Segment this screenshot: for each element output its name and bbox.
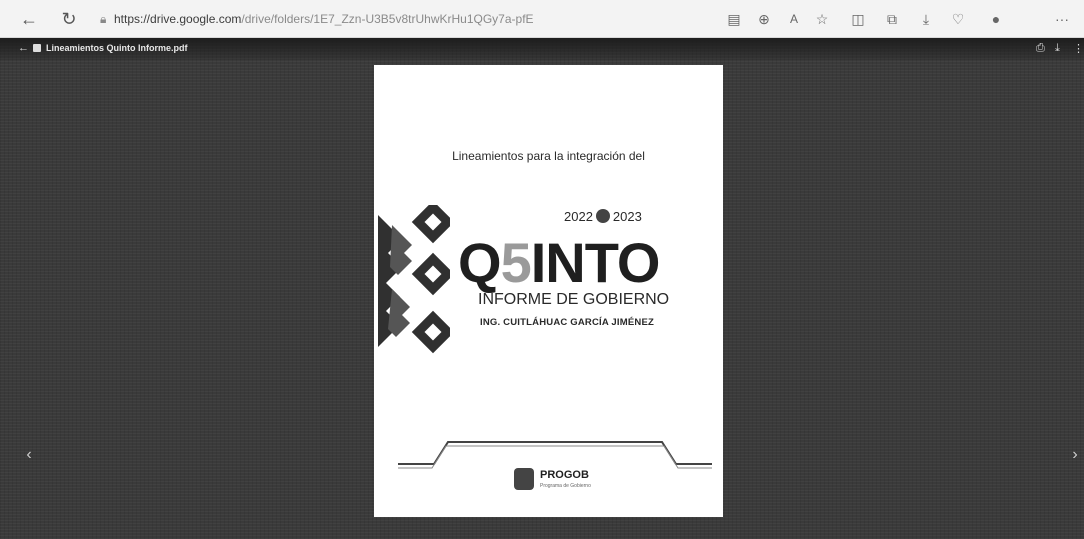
- decorative-divider: [398, 441, 712, 469]
- report-title: Q5INTO: [458, 230, 661, 295]
- report-subtitle: INFORME DE GOBIERNO: [478, 291, 670, 308]
- report-author: ING. CUITLÁHUAC GARCÍA JIMÉNEZ: [480, 317, 655, 328]
- print-icon[interactable]: ⎙: [1036, 42, 1045, 55]
- read-aloud-icon[interactable]: A: [784, 9, 804, 29]
- star-icon[interactable]: ☆: [812, 9, 832, 29]
- fret-pattern-icon: [378, 205, 450, 354]
- footer-org-name: PROGOB: [540, 469, 589, 481]
- next-page-icon[interactable]: ›: [1068, 440, 1082, 470]
- download-icon[interactable]: ⤓: [916, 9, 936, 29]
- url-host: https://drive.google.com: [114, 12, 242, 26]
- file-name: Lineamientos Quinto Informe.pdf: [46, 43, 188, 53]
- footer-org-sub: Programa de Gobierno: [540, 483, 591, 489]
- state-seal-icon: [514, 468, 534, 490]
- title-five: 5: [500, 231, 532, 294]
- viewer-download-icon[interactable]: ⤓: [1055, 42, 1060, 55]
- document-lead: Lineamientos para la integración del: [452, 149, 645, 163]
- coat-of-arms-icon: [595, 209, 610, 223]
- pdf-file-icon: [33, 44, 41, 52]
- report-years: 2022 2023: [564, 209, 642, 224]
- viewer-back-icon[interactable]: ←: [18, 42, 29, 54]
- year-end: 2023: [612, 209, 642, 224]
- year-start: 2022: [564, 209, 593, 224]
- pdf-viewer: ← Lineamientos Quinto Informe.pdf ⎙ ⤓ ⋮ …: [0, 38, 1084, 539]
- previous-page-icon[interactable]: ‹: [22, 440, 36, 470]
- collections-icon[interactable]: ⧉: [882, 9, 902, 29]
- arrow-left-icon[interactable]: ←: [18, 8, 40, 30]
- extensions-icon[interactable]: ♡: [948, 9, 968, 29]
- title-rest: INTO: [530, 231, 661, 294]
- viewer-more-icon[interactable]: ⋮: [1073, 42, 1084, 55]
- title-q: Q: [458, 231, 502, 294]
- address-bar[interactable]: 🔒︎ https://drive.google.com/drive/folders…: [100, 8, 700, 30]
- document-page: Lineamientos para la integración del 202…: [374, 65, 723, 517]
- lock-icon: 🔒︎: [100, 12, 107, 26]
- reload-icon[interactable]: ↻: [58, 8, 80, 30]
- split-screen-icon[interactable]: ◫: [848, 9, 868, 29]
- more-menu-button[interactable]: ···: [1052, 9, 1072, 29]
- url-path: /drive/folders/1E7_Zzn-U3B5v8trUhwKrHu1Q…: [241, 12, 534, 26]
- browser-toolbar: ← ↻ 🔒︎ https://drive.google.com/drive/fol…: [0, 0, 1084, 38]
- profile-icon[interactable]: ●: [986, 9, 1006, 29]
- reader-view-icon[interactable]: ▤: [724, 9, 744, 29]
- zoom-icon[interactable]: ⊕: [754, 9, 774, 29]
